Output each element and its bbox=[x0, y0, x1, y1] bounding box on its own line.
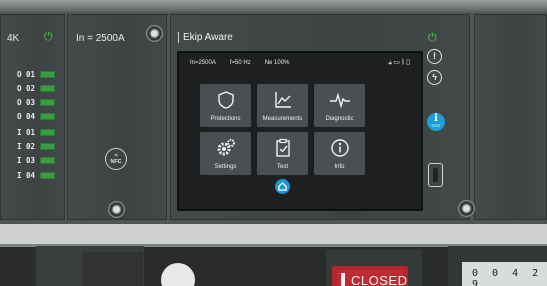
gears-icon bbox=[217, 139, 235, 156]
ekip-module: Ekip Aware In=2500A f=50 Hz Ne 100% ⏚▭ᛒ▯… bbox=[170, 14, 470, 220]
nfc-icon[interactable]: ≈ NFC bbox=[105, 148, 127, 170]
nfc-label: NFC bbox=[110, 158, 122, 165]
status-ne: Ne 100% bbox=[264, 60, 290, 66]
test-label: TEST bbox=[430, 123, 442, 128]
lightning-icon: ϟ bbox=[427, 70, 442, 85]
pin-label: O 04 bbox=[17, 111, 36, 121]
pin-label: I 02 bbox=[17, 141, 36, 151]
pulse-icon bbox=[329, 92, 350, 109]
led-indicator bbox=[40, 142, 55, 150]
screw-icon bbox=[108, 201, 125, 218]
pin-row: O 01 bbox=[17, 69, 55, 79]
breaker-housing: 4K ⏻ O 01 O 02 O 03 O 04 I 01 I 02 I 03 bbox=[0, 0, 547, 224]
state-indicator-panel: CLOSED bbox=[337, 270, 407, 286]
pin-row: O 03 bbox=[17, 97, 55, 107]
pin-label: I 04 bbox=[17, 170, 36, 180]
home-icon bbox=[278, 182, 287, 191]
shield-icon bbox=[217, 91, 234, 109]
right-module bbox=[458, 14, 547, 220]
battery-icon: ▯ bbox=[406, 58, 411, 66]
display-screen: In=2500A f=50 Hz Ne 100% ⏚▭ᛒ▯ Protection… bbox=[177, 51, 423, 211]
state-indicator: CLOSED bbox=[332, 266, 408, 286]
rating-module: In = 2500A ≈ NFC bbox=[67, 14, 167, 220]
exclamation-icon: ! bbox=[427, 49, 442, 64]
pins-module-title: 4K bbox=[7, 33, 20, 44]
tile-label: Diagnostic bbox=[325, 116, 354, 122]
tile-info[interactable]: Info bbox=[314, 132, 365, 175]
pin-row: I 04 bbox=[17, 170, 55, 180]
home-button[interactable] bbox=[275, 179, 290, 194]
info-test-button[interactable]: i TEST bbox=[427, 113, 445, 131]
pins-module: 4K ⏻ O 01 O 02 O 03 O 04 I 01 I 02 I 03 bbox=[0, 14, 65, 220]
led-indicator bbox=[40, 112, 55, 120]
pin-row: O 04 bbox=[17, 111, 55, 121]
pin-row: I 02 bbox=[17, 141, 55, 151]
pin-label: O 02 bbox=[17, 83, 36, 93]
tile-label: Protections bbox=[210, 116, 241, 122]
usb-port-icon[interactable] bbox=[428, 163, 443, 187]
tile-label: Info bbox=[334, 164, 345, 170]
led-indicator bbox=[40, 156, 55, 164]
state-label: CLOSED bbox=[351, 273, 408, 286]
pin-row: I 01 bbox=[17, 127, 55, 137]
tile-measurements[interactable]: Measurements bbox=[257, 84, 308, 127]
pin-row: O 02 bbox=[17, 83, 55, 93]
tile-settings[interactable]: Settings bbox=[200, 132, 251, 175]
tile-diagnostic[interactable]: Diagnostic bbox=[314, 84, 365, 127]
led-indicator bbox=[40, 98, 55, 106]
led-indicator bbox=[40, 84, 55, 92]
rating-title: In = 2500A bbox=[76, 33, 125, 44]
state-indicator-bar bbox=[341, 273, 345, 286]
screw-icon bbox=[458, 200, 475, 217]
status-bar: In=2500A f=50 Hz Ne 100% bbox=[179, 53, 421, 73]
clipboard-check-icon bbox=[275, 138, 290, 157]
pin-label: I 03 bbox=[17, 155, 36, 165]
tile-label: Test bbox=[276, 164, 288, 170]
led-indicator bbox=[40, 70, 55, 78]
led-indicator bbox=[40, 128, 55, 136]
power-icon: ⏻ bbox=[428, 31, 437, 44]
screw-icon bbox=[146, 25, 163, 42]
power-icon: ⏻ bbox=[44, 30, 53, 43]
ekip-title: Ekip Aware bbox=[178, 32, 233, 43]
pin-label: I 01 bbox=[17, 127, 36, 137]
pin-label: O 01 bbox=[17, 69, 36, 79]
tile-protections[interactable]: Protections bbox=[200, 84, 251, 127]
led-indicator bbox=[40, 171, 55, 179]
status-in-value: In=2500A bbox=[190, 60, 216, 66]
chart-icon bbox=[274, 92, 291, 108]
operation-counter: 0 0 4 2 9 bbox=[462, 262, 547, 286]
lower-band bbox=[0, 224, 547, 244]
lower-block bbox=[83, 252, 143, 286]
screen-icon: ▭ bbox=[393, 58, 401, 66]
pin-label: O 03 bbox=[17, 97, 36, 107]
tile-test[interactable]: Test bbox=[257, 132, 308, 175]
housing-top-edge bbox=[0, 0, 547, 12]
status-frequency: f=50 Hz bbox=[229, 60, 251, 66]
info-icon bbox=[330, 139, 349, 157]
pin-row: I 03 bbox=[17, 155, 55, 165]
tile-label: Settings bbox=[214, 164, 237, 170]
tile-label: Measurements bbox=[262, 116, 303, 122]
status-icons: ⏚▭ᛒ▯ bbox=[388, 58, 411, 66]
